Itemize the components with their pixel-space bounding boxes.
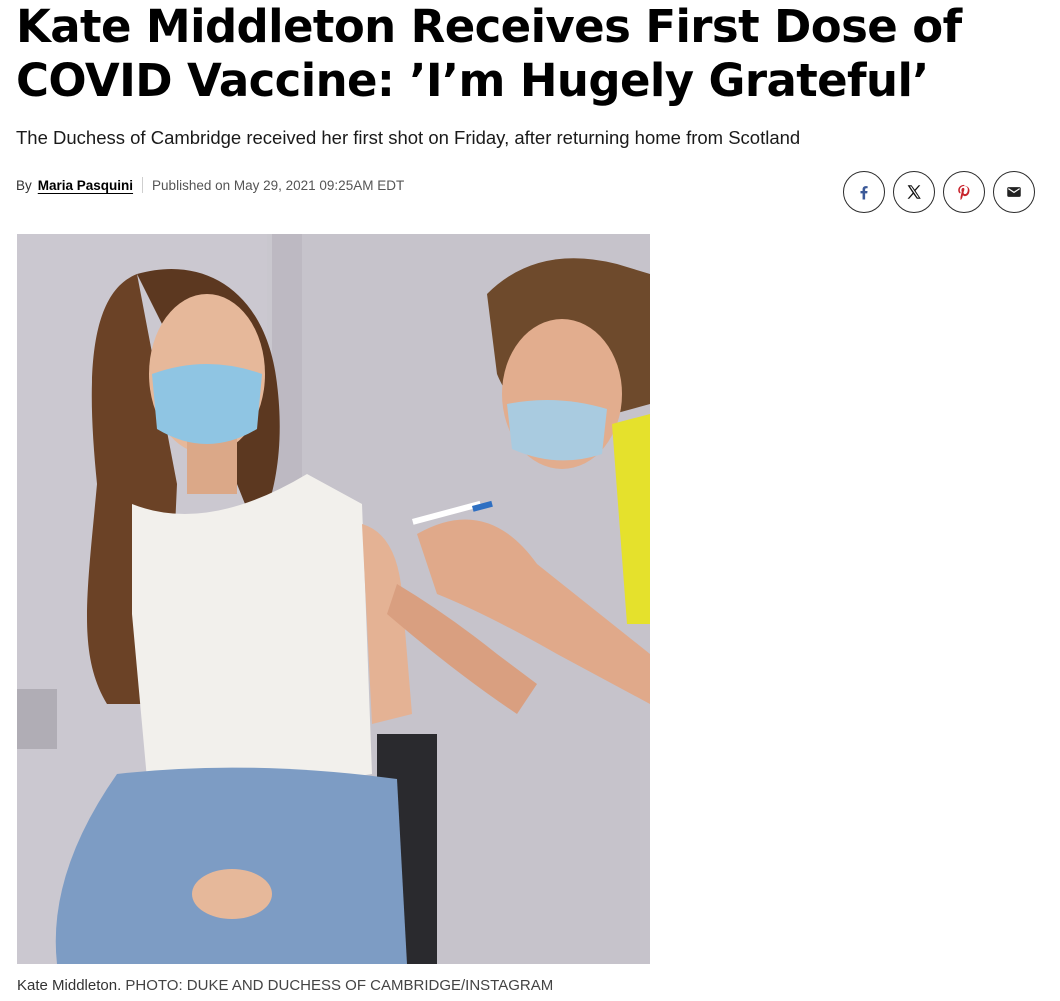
vaccination-photo-illustration <box>17 234 650 964</box>
byline: By Maria Pasquini Published on May 29, 2… <box>16 175 404 195</box>
article: Kate Middleton Receives First Dose of CO… <box>0 0 1060 1001</box>
subheadline: The Duchess of Cambridge received her fi… <box>16 127 801 148</box>
author-link[interactable]: Maria Pasquini <box>38 178 133 193</box>
caption-credit: PHOTO: DUKE AND DUCHESS OF CAMBRIDGE/INS… <box>125 977 554 994</box>
email-icon <box>1005 183 1023 201</box>
email-share-button[interactable] <box>993 171 1035 213</box>
article-photo <box>17 234 650 964</box>
caption-subject: Kate Middleton. <box>17 977 122 994</box>
published-date: Published on May 29, 2021 09:25AM EDT <box>152 177 405 193</box>
byline-divider <box>142 177 144 193</box>
byline-by-label: By <box>16 177 32 193</box>
share-bar <box>843 171 1035 213</box>
photo-caption: Kate Middleton. PHOTO: DUKE AND DUCHESS … <box>17 976 553 996</box>
x-icon <box>905 183 923 201</box>
facebook-share-button[interactable] <box>843 171 885 213</box>
facebook-icon <box>855 183 873 201</box>
headline: Kate Middleton Receives First Dose of CO… <box>16 0 962 107</box>
x-share-button[interactable] <box>893 171 935 213</box>
pinterest-share-button[interactable] <box>943 171 985 213</box>
pinterest-icon <box>955 183 973 201</box>
